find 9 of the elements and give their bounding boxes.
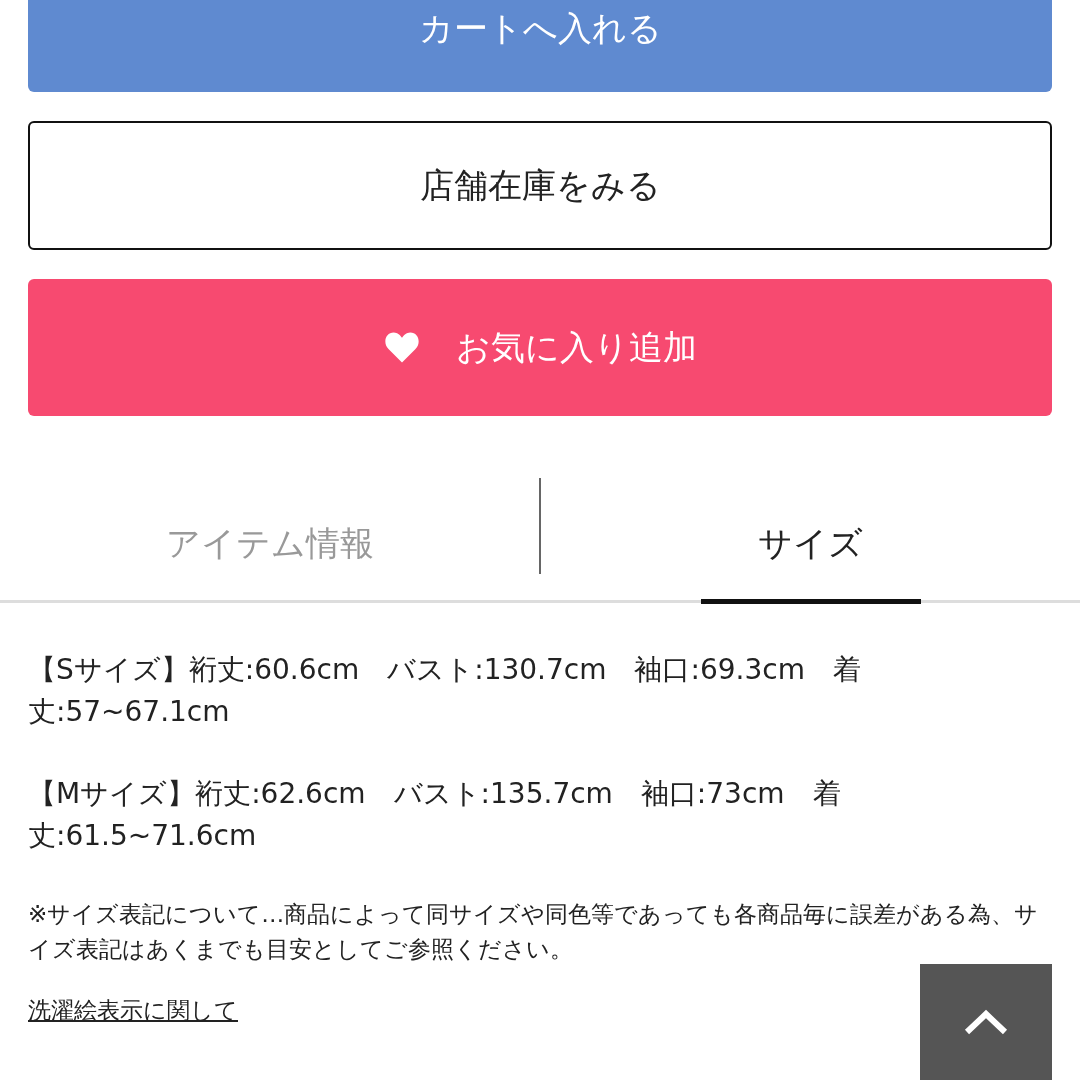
- chevron-up-icon: [964, 1009, 1008, 1035]
- store-stock-button[interactable]: 店舗在庫をみる: [28, 121, 1052, 250]
- size-text: 【Mサイズ】裄丈:62.6cm バスト:135.7cm 袖口:73cm 着丈:61.5~71.6cm: [28, 776, 842, 854]
- tab[interactable]: サイズ: [700, 478, 921, 604]
- back-to-top-button[interactable]: [920, 964, 1052, 1080]
- size-text: 【Sサイズ】裄丈:60.6cm バスト:130.7cm 袖口:69.3cm 着丈:57~67.1cm: [28, 652, 862, 730]
- heart-icon: [383, 331, 420, 364]
- laundry-label-link[interactable]: 洗濯絵表示に関して: [28, 997, 238, 1023]
- size-note: ※サイズ表記について…商品によって同サイズや同色等であっても各商品毎に誤差がある為、サイズ表記はあくまでも目安としてご参照ください。: [28, 900, 1040, 964]
